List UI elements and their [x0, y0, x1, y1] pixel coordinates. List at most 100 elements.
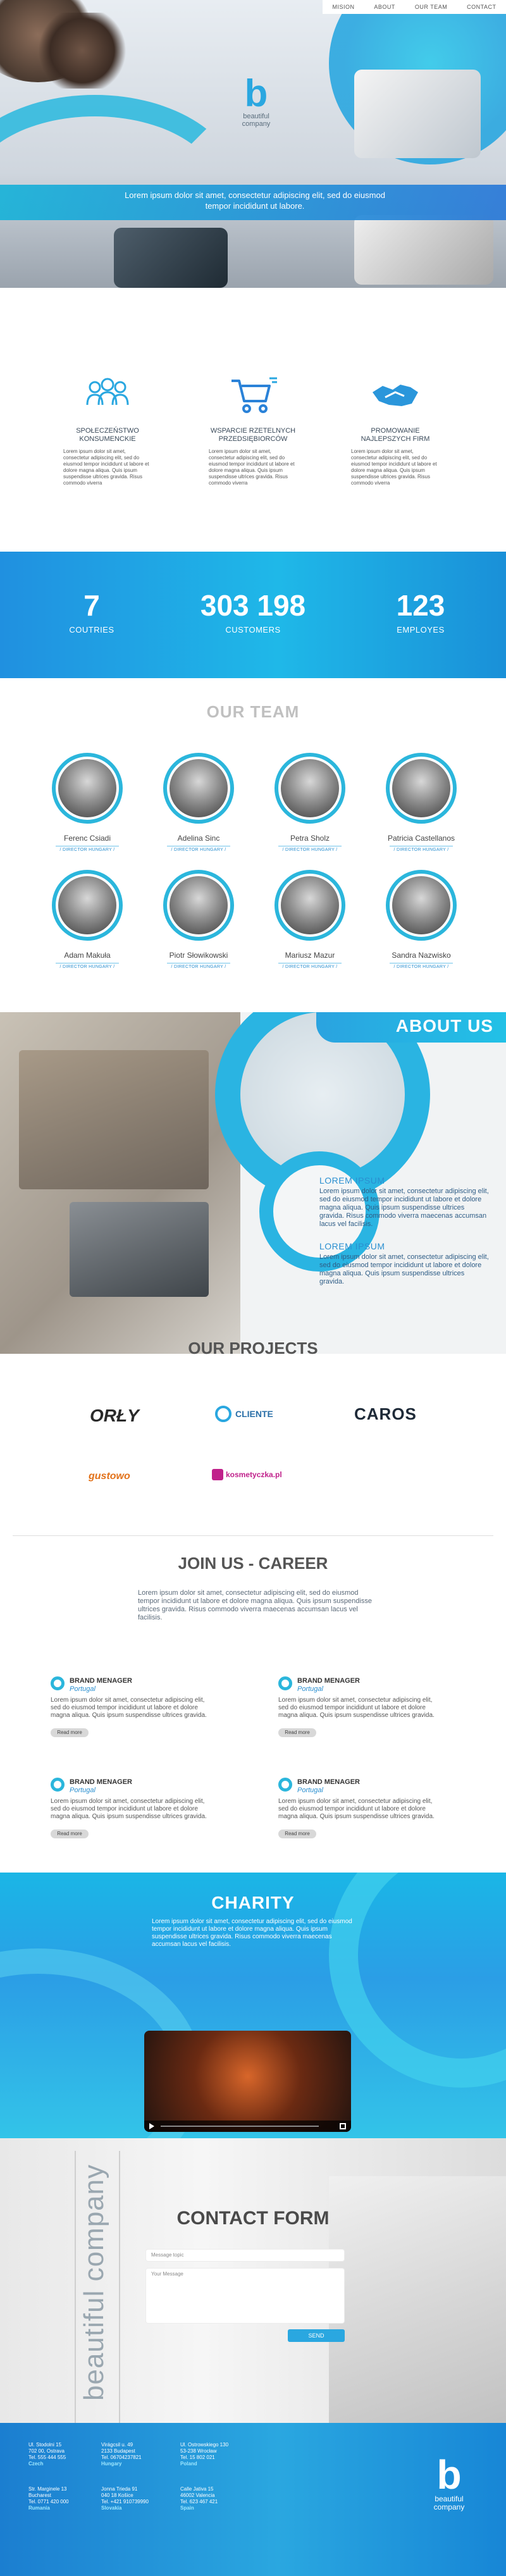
logo-line2: company	[242, 120, 271, 128]
stats-section: 7 COUTRIES 303 198 CUSTOMERS 123 EMPLOYE…	[0, 552, 506, 678]
about-block-text: Lorem ipsum dolor sit amet, consectetur …	[319, 1187, 489, 1228]
project-logo-cliente[interactable]: CLIENTE	[215, 1406, 273, 1422]
footer-country: Czech	[28, 2461, 44, 2467]
member-role: / DIRECTOR HUNGARY /	[167, 963, 230, 969]
play-icon[interactable]	[149, 2123, 154, 2129]
footer-country: Hungary	[101, 2461, 122, 2467]
job-location: Portugal	[70, 1786, 96, 1794]
member-role: / DIRECTOR HUNGARY /	[167, 846, 230, 852]
job-title: BRAND MENAGER	[297, 1778, 360, 1786]
stat-label: COUTRIES	[69, 625, 114, 635]
project-logo-gustowo[interactable]: gustowo	[89, 1471, 130, 1482]
member-name: Sandra Nazwisko	[392, 951, 451, 960]
stat-customers: 303 198 CUSTOMERS	[183, 590, 323, 635]
hero-photo-laptop	[114, 228, 228, 288]
career-intro: Lorem ipsum dolor sit amet, consectetur …	[138, 1589, 372, 1621]
stat-countries: 7 COUTRIES	[44, 590, 139, 635]
main-nav: MISION ABOUT OUR TEAM CONTACT	[323, 0, 506, 14]
footer: Ul. Stodolni 15 702 00, Ostrava Tel. 555 4…	[0, 2423, 506, 2576]
member-name: Patricia Castellanos	[387, 834, 455, 843]
footer-country: Rumania	[28, 2505, 50, 2511]
member-role: / DIRECTOR HUNGARY /	[390, 963, 453, 969]
member-role: / DIRECTOR HUNGARY /	[56, 846, 119, 852]
stat-label: CUSTOMERS	[225, 625, 281, 635]
hero-photo-tablet	[354, 70, 481, 158]
fullscreen-icon[interactable]	[340, 2123, 346, 2129]
job-bullet-icon	[278, 1676, 292, 1690]
contact-side-logo-text: beautiful company	[78, 2164, 109, 2401]
read-more-button[interactable]: Read more	[278, 1728, 316, 1737]
nav-item-contact[interactable]: CONTACT	[467, 4, 496, 10]
avatar	[52, 753, 123, 824]
feature-text: Lorem ipsum dolor sit amet, consectetur …	[351, 449, 437, 486]
logo-line2: company	[433, 2503, 465, 2511]
nav-item-about[interactable]: ABOUT	[374, 4, 395, 10]
read-more-button[interactable]: Read more	[51, 1728, 89, 1737]
team-member: Ferenc Csiadi / DIRECTOR HUNGARY /	[37, 753, 138, 852]
project-logo-kosmetyczka[interactable]: kosmetyczka.pl	[212, 1469, 282, 1480]
about-block-text: Lorem ipsum dolor sit amet, consectetur …	[319, 1253, 489, 1285]
feature-title: PROMOWANIE NAJLEPSZYCH FIRM	[361, 427, 430, 443]
video-progress-bar[interactable]	[161, 2126, 319, 2127]
job-title: BRAND MENAGER	[70, 1677, 132, 1685]
team-member: Piotr Słowikowski / DIRECTOR HUNGARY /	[148, 870, 249, 969]
about-block: LOREM IPSUM Lorem ipsum dolor sit amet, …	[319, 1175, 490, 1229]
kosmetyczka-mark-icon	[212, 1469, 223, 1480]
feature-title: SPOŁECZEŃSTWO KONSUMENCKIE	[76, 427, 139, 443]
member-name: Adam Makuła	[64, 951, 111, 960]
stat-label: EMPLOYES	[397, 625, 445, 635]
feature-text: Lorem ipsum dolor sit amet, consectetur …	[209, 449, 295, 486]
nav-item-our-team[interactable]: OUR TEAM	[415, 4, 447, 10]
read-more-button[interactable]: Read more	[278, 1830, 316, 1838]
footer-address: Jonna Trieda 91 040 18 Košice Tel. +421 91…	[101, 2486, 149, 2511]
send-button[interactable]: SEND	[288, 2329, 345, 2342]
team-member: Mariusz Mazur / DIRECTOR HUNGARY /	[259, 870, 361, 969]
job-text: Lorem ipsum dolor sit amet, consectetur …	[51, 1697, 207, 1719]
job-text: Lorem ipsum dolor sit amet, consectetur …	[278, 1697, 435, 1719]
member-name: Ferenc Csiadi	[63, 834, 111, 843]
charity-title: CHARITY	[211, 1893, 295, 1912]
charity-section: CHARITY Lorem ipsum dolor sit amet, cons…	[0, 1873, 506, 2138]
contact-side-frame: beautiful company	[75, 2151, 120, 2423]
logo[interactable]: b beautiful company	[225, 75, 288, 128]
member-name: Mariusz Mazur	[285, 951, 335, 960]
read-more-button[interactable]: Read more	[51, 1830, 89, 1838]
logo-line1: beautiful	[243, 113, 269, 120]
charity-video[interactable]	[144, 2031, 351, 2132]
job-bullet-icon	[51, 1676, 65, 1690]
job-text: Lorem ipsum dolor sit amet, consectetur …	[51, 1798, 207, 1820]
stat-number: 7	[83, 589, 100, 622]
team-member: Sandra Nazwisko / DIRECTOR HUNGARY /	[371, 870, 472, 969]
member-name: Petra Sholz	[290, 834, 330, 843]
career-title: JOIN US - CAREER	[178, 1554, 328, 1573]
feature-text: Lorem ipsum dolor sit amet, consectetur …	[63, 449, 149, 486]
footer-address: Ul. Ostrowskiego 130 53-238 Wrocław Tel. 1…	[180, 2442, 229, 2467]
stat-number: 303 198	[200, 589, 306, 622]
footer-logo[interactable]: b beautiful company	[417, 2455, 481, 2511]
team-member: Petra Sholz / DIRECTOR HUNGARY /	[259, 753, 361, 852]
message-topic-field[interactable]: Message topic	[145, 2249, 345, 2262]
member-name: Adelina Sinc	[177, 834, 220, 843]
feature-consumer-society: SPOŁECZEŃSTWO KONSUMENCKIE Lorem ipsum d…	[63, 373, 152, 486]
job-title: BRAND MENAGER	[70, 1778, 132, 1786]
footer-country: Spain	[180, 2505, 194, 2511]
message-body-field[interactable]: Your Message	[145, 2268, 345, 2324]
member-name: Piotr Słowikowski	[169, 951, 228, 960]
hero-section: MISION ABOUT OUR TEAM CONTACT b beautifu…	[0, 0, 506, 288]
people-icon	[86, 378, 129, 406]
about-block-heading: LOREM IPSUM	[319, 1241, 385, 1251]
nav-item-mision[interactable]: MISION	[332, 4, 354, 10]
team-title: OUR TEAM	[206, 702, 300, 721]
job-title: BRAND MENAGER	[297, 1677, 360, 1685]
member-role: / DIRECTOR HUNGARY /	[278, 846, 342, 852]
charity-text: Lorem ipsum dolor sit amet, consectetur …	[152, 1918, 352, 1948]
contact-title: CONTACT FORM	[176, 2208, 330, 2229]
stat-employees: 123 EMPLOYES	[373, 590, 468, 635]
project-logo-orly[interactable]: ORŁY	[90, 1406, 139, 1426]
footer-address: Str. Marginele 13 Bucharest Tel. 0771 420 …	[28, 2486, 69, 2511]
member-role: / DIRECTOR HUNGARY /	[390, 846, 453, 852]
job-text: Lorem ipsum dolor sit amet, consectetur …	[278, 1798, 435, 1820]
member-role: / DIRECTOR HUNGARY /	[56, 963, 119, 969]
project-logo-caros[interactable]: CAROS	[354, 1404, 417, 1424]
footer-address: Virágcsil u. 49 2133 Budapest Tel. 0670423…	[101, 2442, 142, 2467]
